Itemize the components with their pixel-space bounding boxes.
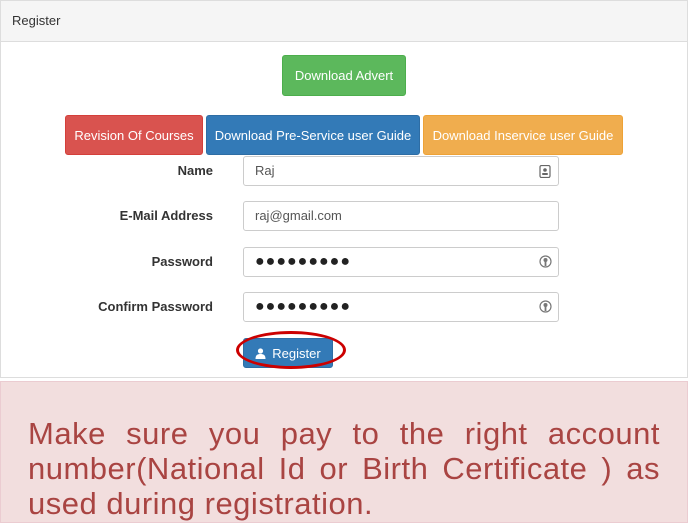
download-pre-service-guide-button[interactable]: Download Pre-Service user Guide xyxy=(206,115,420,155)
key-icon xyxy=(538,255,552,269)
password-label: Password xyxy=(151,254,213,269)
contact-card-icon xyxy=(538,164,552,178)
name-field[interactable]: Raj xyxy=(243,156,559,186)
register-panel: Register Download Advert Revision Of Cou… xyxy=(0,0,688,378)
confirm-password-label: Confirm Password xyxy=(98,299,213,314)
panel-heading: Register xyxy=(1,1,687,42)
download-advert-button[interactable]: Download Advert xyxy=(282,55,406,96)
confirm-password-value: ●●●●●●●●● xyxy=(255,298,351,315)
key-icon xyxy=(538,300,552,314)
password-value: ●●●●●●●●● xyxy=(255,253,351,270)
user-icon xyxy=(255,347,266,359)
register-button-label: Register xyxy=(272,345,321,361)
email-label: E-Mail Address xyxy=(119,208,213,223)
download-inservice-guide-button[interactable]: Download Inservice user Guide xyxy=(423,115,623,155)
name-label: Name xyxy=(177,163,213,178)
email-field[interactable]: raj@gmail.com xyxy=(243,201,559,231)
name-value: Raj xyxy=(255,163,275,178)
register-button[interactable]: Register xyxy=(243,338,333,368)
notice-text: Make sure you pay to the right account n… xyxy=(28,416,660,521)
payment-notice: Make sure you pay to the right account n… xyxy=(0,381,688,523)
revision-of-courses-button[interactable]: Revision Of Courses xyxy=(65,115,203,155)
confirm-password-field[interactable]: ●●●●●●●●● xyxy=(243,292,559,322)
email-value: raj@gmail.com xyxy=(255,208,342,223)
password-field[interactable]: ●●●●●●●●● xyxy=(243,247,559,277)
